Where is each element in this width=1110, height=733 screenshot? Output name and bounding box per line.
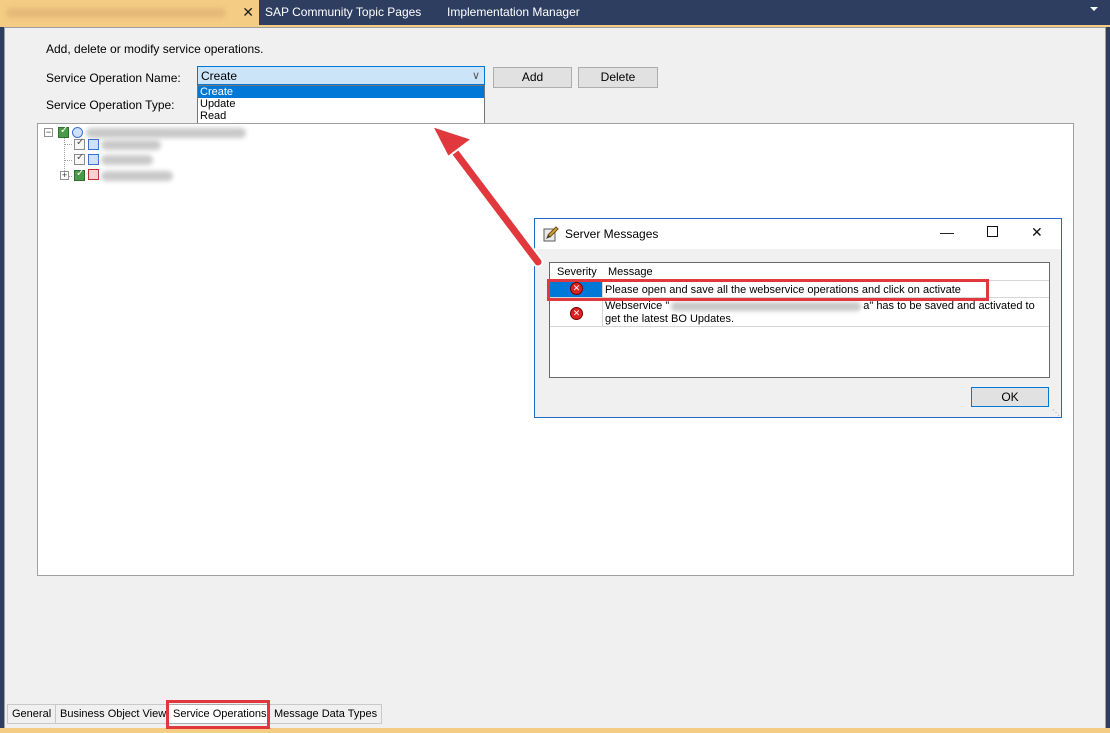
- tab-overflow-chevron-icon[interactable]: [1090, 7, 1098, 11]
- message-text-prefix: Webservice ": [605, 300, 670, 312]
- severity-cell: ✕: [550, 298, 603, 326]
- close-icon[interactable]: ✕: [1031, 224, 1043, 241]
- redacted-webservice-name: [671, 301, 862, 311]
- data-type-icon: [88, 169, 99, 180]
- operation-icon: [88, 154, 99, 165]
- message-row[interactable]: ✕ Webservice " a" has to be saved and act…: [550, 297, 1049, 327]
- service-operation-dropdown-list[interactable]: Create Update Read: [197, 85, 485, 124]
- tab-sap-community-topic-pages[interactable]: SAP Community Topic Pages: [265, 0, 421, 25]
- child-node-checkbox[interactable]: ✓: [74, 152, 85, 165]
- redacted-node-label: [86, 128, 246, 138]
- tab-active-document[interactable]: ✕: [0, 0, 259, 25]
- column-header-severity[interactable]: Severity: [557, 266, 597, 278]
- dialog-title: Server Messages: [565, 227, 659, 241]
- error-icon: ✕: [570, 307, 583, 320]
- column-header-message[interactable]: Message: [608, 266, 653, 278]
- chevron-down-icon[interactable]: ∨: [472, 69, 480, 82]
- annotation-highlight-service-operations-tab: [166, 700, 270, 729]
- collapse-node-icon[interactable]: −: [44, 128, 53, 137]
- tree-connector: [64, 144, 72, 145]
- child-node-checkbox[interactable]: ✓: [74, 137, 85, 150]
- redacted-node-label: [101, 155, 153, 165]
- add-button[interactable]: Add: [493, 67, 572, 88]
- child-node-checkbox[interactable]: ✓: [74, 168, 85, 181]
- tab-message-data-types[interactable]: Message Data Types: [269, 704, 383, 724]
- tree-connector: [64, 160, 72, 161]
- server-messages-dialog: Server Messages — ✕ Severity Message ✕ P…: [534, 218, 1062, 418]
- dropdown-option-create[interactable]: Create: [198, 86, 484, 98]
- document-tab-strip: ✕ SAP Community Topic Pages Implementati…: [0, 0, 1110, 25]
- close-tab-icon[interactable]: ✕: [242, 0, 254, 25]
- combobox-value: Create: [201, 69, 238, 83]
- redacted-node-label: [101, 171, 173, 181]
- dropdown-option-read[interactable]: Read: [198, 110, 484, 122]
- service-operation-type-label: Service Operation Type:: [46, 98, 175, 112]
- minimize-icon[interactable]: —: [940, 224, 954, 240]
- ok-button[interactable]: OK: [971, 387, 1049, 407]
- message-text-line2: get the latest BO Updates.: [605, 313, 735, 325]
- message-text: Webservice " a" has to be saved and activ…: [605, 300, 1045, 326]
- annotation-highlight-message: [547, 279, 989, 301]
- grid-header: Severity Message: [550, 263, 1049, 280]
- server-messages-icon: [543, 226, 559, 242]
- dropdown-option-update[interactable]: Update: [198, 98, 484, 110]
- dialog-titlebar[interactable]: Server Messages — ✕: [535, 219, 1061, 249]
- redacted-tab-title: [6, 8, 226, 18]
- expand-node-icon[interactable]: +: [60, 171, 69, 180]
- service-operation-name-combobox[interactable]: Create ∨: [197, 66, 485, 85]
- intro-text: Add, delete or modify service operations…: [46, 42, 264, 56]
- tab-implementation-manager[interactable]: Implementation Manager: [447, 0, 580, 25]
- tab-business-object-view[interactable]: Business Object View: [55, 704, 172, 724]
- operation-icon: [88, 139, 99, 150]
- maximize-icon[interactable]: [987, 226, 998, 237]
- redacted-node-label: [101, 140, 161, 150]
- message-text-suffix: a" has to be saved and activated to: [863, 300, 1035, 312]
- tab-general[interactable]: General: [7, 704, 57, 724]
- service-operation-name-label: Service Operation Name:: [46, 71, 181, 85]
- delete-button[interactable]: Delete: [578, 67, 658, 88]
- resize-grip-icon[interactable]: ⋱: [1052, 408, 1060, 417]
- root-node-checkbox[interactable]: ✓: [58, 125, 69, 138]
